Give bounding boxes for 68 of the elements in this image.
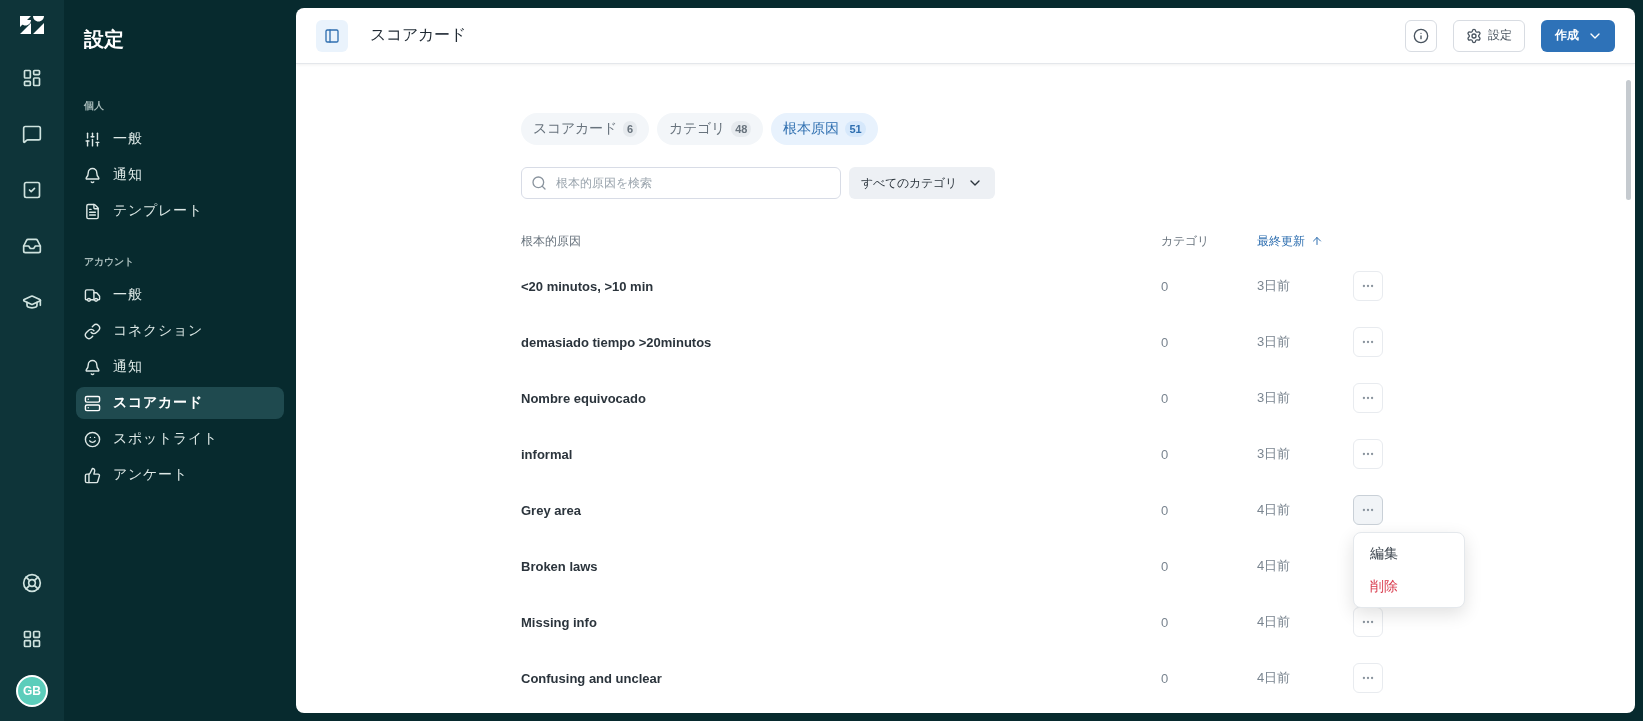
sort-arrow-icon — [1311, 235, 1323, 247]
table-cell-text: 3日前 — [1257, 277, 1292, 295]
stacked-rows-icon — [84, 394, 101, 412]
info-icon — [1413, 27, 1429, 44]
sidebar-item[interactable]: テンプレート — [76, 195, 284, 227]
panel-left-icon — [324, 27, 340, 44]
search-icon — [531, 175, 547, 191]
info-button[interactable] — [1405, 19, 1437, 52]
table-cell-text: 0 — [1161, 389, 1170, 408]
table-cell-text: 0 — [1161, 669, 1170, 688]
table-cell-text: 0 — [1161, 557, 1170, 576]
table-cell-text: 3日前 — [1257, 445, 1292, 463]
section-heading: 個人 — [83, 99, 105, 113]
sidebar-item[interactable]: コネクション — [76, 315, 284, 347]
smiley-icon — [84, 430, 101, 448]
table-cell-text: demasiado tiempo >20minutos — [521, 333, 713, 352]
bell-icon — [84, 166, 101, 184]
table-cell-text: 3日前 — [1257, 333, 1292, 351]
sidebar-item[interactable]: スコアカード — [76, 387, 284, 419]
table-cell-text: Confusing and unclear — [521, 669, 663, 688]
tab[interactable]: カテゴリ 48 — [657, 113, 764, 145]
sidebar-toggle-button[interactable] — [316, 19, 348, 52]
table-cell-text: 0 — [1161, 333, 1170, 352]
table-cell-text: 4日前 — [1257, 613, 1292, 631]
sidebar-title: 設定 — [83, 27, 125, 52]
sidebar-item[interactable]: 通知 — [76, 351, 284, 383]
section-heading: アカウント — [83, 255, 135, 269]
column-header: 根本的原因 — [521, 232, 582, 250]
table-cell-text: 0 — [1161, 445, 1170, 464]
lifebuoy-icon[interactable] — [20, 571, 44, 595]
table-cell-text: 0 — [1161, 501, 1170, 520]
truck-icon — [84, 286, 101, 304]
table-cell-text: Broken laws — [521, 557, 599, 576]
table-cell-text: 4日前 — [1257, 557, 1292, 575]
tab[interactable]: 根本原因 51 — [771, 113, 878, 145]
sidebar-item[interactable]: アンケート — [76, 459, 284, 491]
table-cell-text: <20 minutos, >10 min — [521, 277, 655, 296]
link-icon — [84, 322, 101, 340]
sidebar-item[interactable]: 一般 — [76, 279, 284, 311]
column-header: カテゴリ — [1161, 232, 1210, 250]
menu-item[interactable]: 編集 — [1354, 537, 1464, 570]
document-icon — [84, 202, 101, 220]
column-header[interactable]: 最終更新 — [1257, 231, 1353, 251]
sidebar-item[interactable]: 一般 — [76, 123, 284, 155]
sidebar-item[interactable]: スポットライト — [76, 423, 284, 455]
table-cell-text: 4日前 — [1257, 501, 1292, 519]
sliders-icon — [84, 130, 101, 148]
table-cell-text: 3日前 — [1257, 389, 1292, 407]
table-cell-text: informal — [521, 445, 574, 464]
tab[interactable]: スコアカード 6 — [521, 113, 650, 145]
create-button[interactable]: 作成 — [1541, 19, 1615, 52]
logo-icon — [20, 16, 44, 34]
bell-icon — [84, 358, 101, 376]
table-cell-text: Nombre equivocado — [521, 389, 647, 408]
menu-item[interactable]: 削除 — [1354, 570, 1464, 603]
table-cell-text: 0 — [1161, 613, 1170, 632]
search-field[interactable]: 根本的原因を検索 — [521, 167, 841, 199]
table-cell-text: Grey area — [521, 501, 582, 520]
table-cell-text: Missing info — [521, 613, 598, 632]
thumbs-up-icon — [84, 466, 101, 484]
settings-button[interactable]: 設定 — [1453, 19, 1525, 52]
table-cell-text: 0 — [1161, 277, 1170, 296]
page-title: スコアカード — [370, 25, 467, 45]
table-cell-text: 4日前 — [1257, 669, 1292, 687]
scrollbar[interactable] — [1626, 80, 1631, 200]
sidebar-item[interactable]: 通知 — [76, 159, 284, 191]
settings-icon — [1466, 27, 1482, 44]
category-filter-dropdown[interactable]: すべてのカテゴリ — [849, 167, 995, 199]
